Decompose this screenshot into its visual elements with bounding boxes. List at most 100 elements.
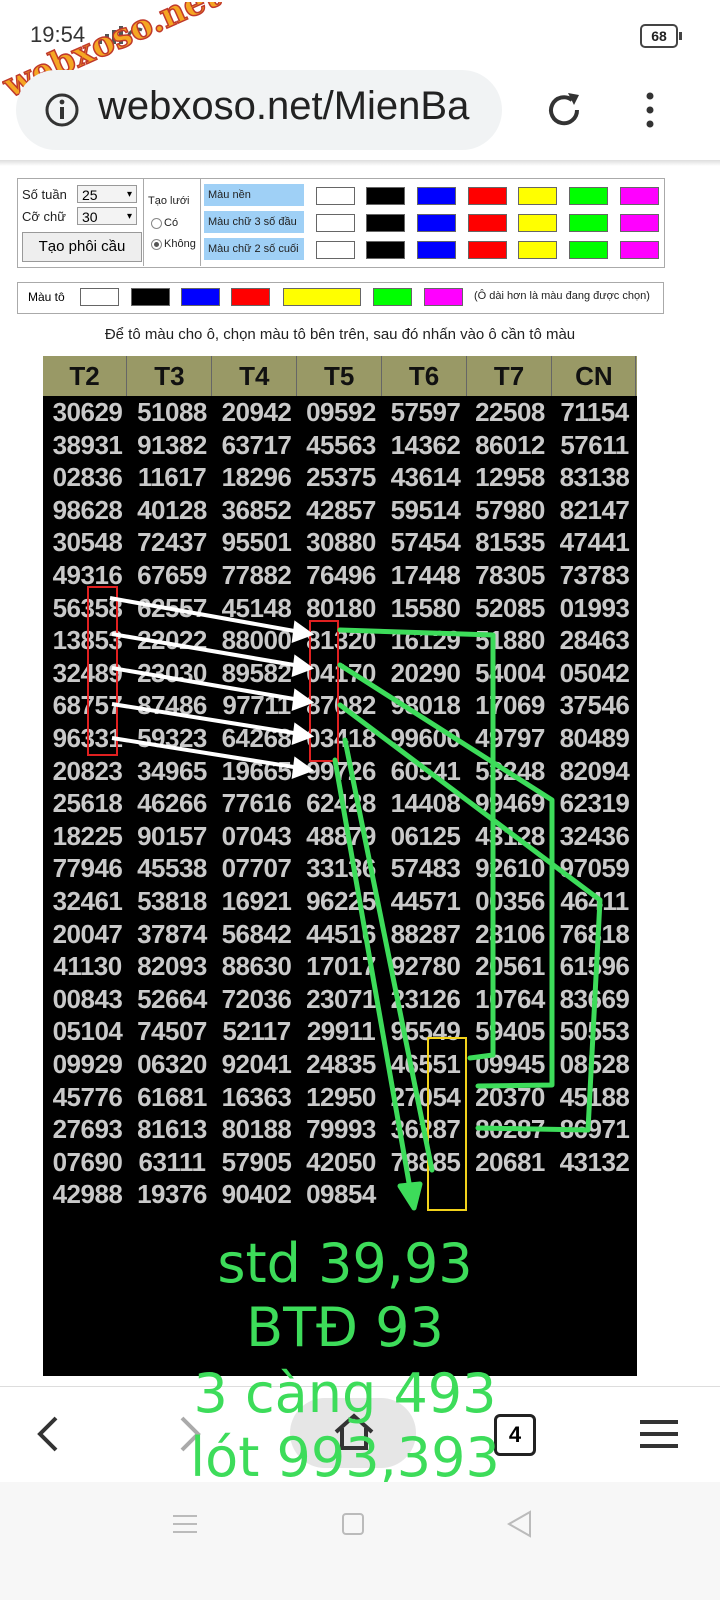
- result-cell[interactable]: 56358: [45, 593, 130, 624]
- result-cell[interactable]: 86971: [552, 1114, 637, 1145]
- result-cell[interactable]: 45148: [214, 593, 299, 624]
- result-cell[interactable]: 77882: [214, 560, 299, 591]
- paint-color-swatch[interactable]: [131, 288, 170, 306]
- result-cell[interactable]: 88630: [214, 951, 299, 982]
- color-swatch[interactable]: [366, 187, 405, 205]
- color-swatch[interactable]: [518, 214, 557, 232]
- color-swatch[interactable]: [569, 241, 608, 259]
- result-cell[interactable]: 07690: [45, 1147, 130, 1178]
- result-cell[interactable]: 78305: [468, 560, 553, 591]
- result-cell[interactable]: 46266: [130, 788, 215, 819]
- result-cell[interactable]: 63717: [214, 430, 299, 461]
- result-cell[interactable]: 90157: [130, 821, 215, 852]
- result-cell[interactable]: 80287: [468, 1114, 553, 1145]
- result-cell[interactable]: 47441: [552, 527, 637, 558]
- result-cell[interactable]: 01993: [552, 593, 637, 624]
- color-swatch[interactable]: [518, 241, 557, 259]
- result-cell[interactable]: 48879: [299, 821, 384, 852]
- result-cell[interactable]: 96331: [45, 723, 130, 754]
- result-cell[interactable]: 62319: [552, 788, 637, 819]
- result-cell[interactable]: 28463: [552, 625, 637, 656]
- result-cell[interactable]: 27693: [45, 1114, 130, 1145]
- result-cell[interactable]: 71154: [552, 397, 637, 428]
- result-cell[interactable]: 08528: [552, 1049, 637, 1080]
- color-swatch[interactable]: [569, 187, 608, 205]
- result-cell[interactable]: 51880: [468, 625, 553, 656]
- result-cell[interactable]: 54004: [468, 658, 553, 689]
- result-cell[interactable]: 06320: [130, 1049, 215, 1080]
- result-cell[interactable]: 80489: [552, 723, 637, 754]
- result-cell[interactable]: 37546: [552, 690, 637, 721]
- result-cell[interactable]: 28106: [468, 919, 553, 950]
- result-cell[interactable]: 61681: [130, 1082, 215, 1113]
- result-cell[interactable]: 95549: [383, 1016, 468, 1047]
- result-cell[interactable]: 27054: [383, 1082, 468, 1113]
- result-cell[interactable]: 88000: [214, 625, 299, 656]
- result-cell[interactable]: 52117: [214, 1016, 299, 1047]
- result-cell[interactable]: 36852: [214, 495, 299, 526]
- color-swatch[interactable]: [468, 241, 507, 259]
- result-cell[interactable]: 87082: [299, 690, 384, 721]
- result-cell[interactable]: 25618: [45, 788, 130, 819]
- result-cell[interactable]: 16921: [214, 886, 299, 917]
- result-cell[interactable]: 29911: [299, 1016, 384, 1047]
- result-cell[interactable]: 43128: [468, 821, 553, 852]
- result-cell[interactable]: 34965: [130, 756, 215, 787]
- result-cell[interactable]: 97059: [552, 853, 637, 884]
- result-cell[interactable]: 18296: [214, 462, 299, 493]
- result-cell[interactable]: 22022: [130, 625, 215, 656]
- result-cell[interactable]: 77616: [214, 788, 299, 819]
- result-cell[interactable]: 09945: [468, 1049, 553, 1080]
- result-cell[interactable]: 80188: [214, 1114, 299, 1145]
- result-cell[interactable]: 98018: [383, 690, 468, 721]
- result-cell[interactable]: 82094: [552, 756, 637, 787]
- result-cell[interactable]: 10764: [468, 984, 553, 1015]
- result-cell[interactable]: 51088: [130, 397, 215, 428]
- result-cell[interactable]: 00356: [468, 886, 553, 917]
- color-swatch[interactable]: [569, 214, 608, 232]
- result-cell[interactable]: 16363: [214, 1082, 299, 1113]
- result-cell[interactable]: 17448: [383, 560, 468, 591]
- result-cell[interactable]: 19665: [214, 756, 299, 787]
- result-cell[interactable]: 53818: [130, 886, 215, 917]
- result-cell[interactable]: 30548: [45, 527, 130, 558]
- result-cell[interactable]: 86012: [468, 430, 553, 461]
- result-cell[interactable]: 99469: [468, 788, 553, 819]
- result-cell[interactable]: 92780: [383, 951, 468, 982]
- result-cell[interactable]: 03418: [299, 723, 384, 754]
- result-cell[interactable]: 05042: [552, 658, 637, 689]
- result-cell[interactable]: 33136: [299, 853, 384, 884]
- result-cell[interactable]: 20370: [468, 1082, 553, 1113]
- result-cell[interactable]: 14408: [383, 788, 468, 819]
- result-cell[interactable]: 16129: [383, 625, 468, 656]
- create-pattern-button[interactable]: Tạo phôi cầu: [22, 232, 142, 262]
- result-cell[interactable]: 81320: [299, 625, 384, 656]
- result-cell[interactable]: 64268: [214, 723, 299, 754]
- result-cell[interactable]: 49797: [468, 723, 553, 754]
- result-cell[interactable]: 67659: [130, 560, 215, 591]
- color-swatch[interactable]: [417, 241, 456, 259]
- result-cell[interactable]: 90402: [214, 1179, 299, 1210]
- info-icon[interactable]: [44, 92, 80, 128]
- result-cell[interactable]: 30880: [299, 527, 384, 558]
- result-cell[interactable]: 96225: [299, 886, 384, 917]
- result-cell[interactable]: 09929: [45, 1049, 130, 1080]
- result-cell[interactable]: 17017: [299, 951, 384, 982]
- result-cell[interactable]: 76496: [299, 560, 384, 591]
- result-cell[interactable]: 44516: [299, 919, 384, 950]
- result-cell[interactable]: 88287: [383, 919, 468, 950]
- result-cell[interactable]: 20942: [214, 397, 299, 428]
- weeks-select[interactable]: 25: [77, 185, 137, 204]
- color-swatch[interactable]: [620, 241, 659, 259]
- result-cell[interactable]: 52085: [468, 593, 553, 624]
- result-cell[interactable]: 20681: [468, 1147, 553, 1178]
- result-cell[interactable]: 15580: [383, 593, 468, 624]
- paint-color-swatch[interactable]: [283, 288, 361, 306]
- result-cell[interactable]: 50553: [552, 1016, 637, 1047]
- paint-color-swatch[interactable]: [80, 288, 119, 306]
- result-cell[interactable]: 00843: [45, 984, 130, 1015]
- result-cell[interactable]: 45776: [45, 1082, 130, 1113]
- result-cell[interactable]: 83669: [552, 984, 637, 1015]
- recent-apps-icon[interactable]: [172, 1512, 198, 1536]
- result-cell[interactable]: 13853: [45, 625, 130, 656]
